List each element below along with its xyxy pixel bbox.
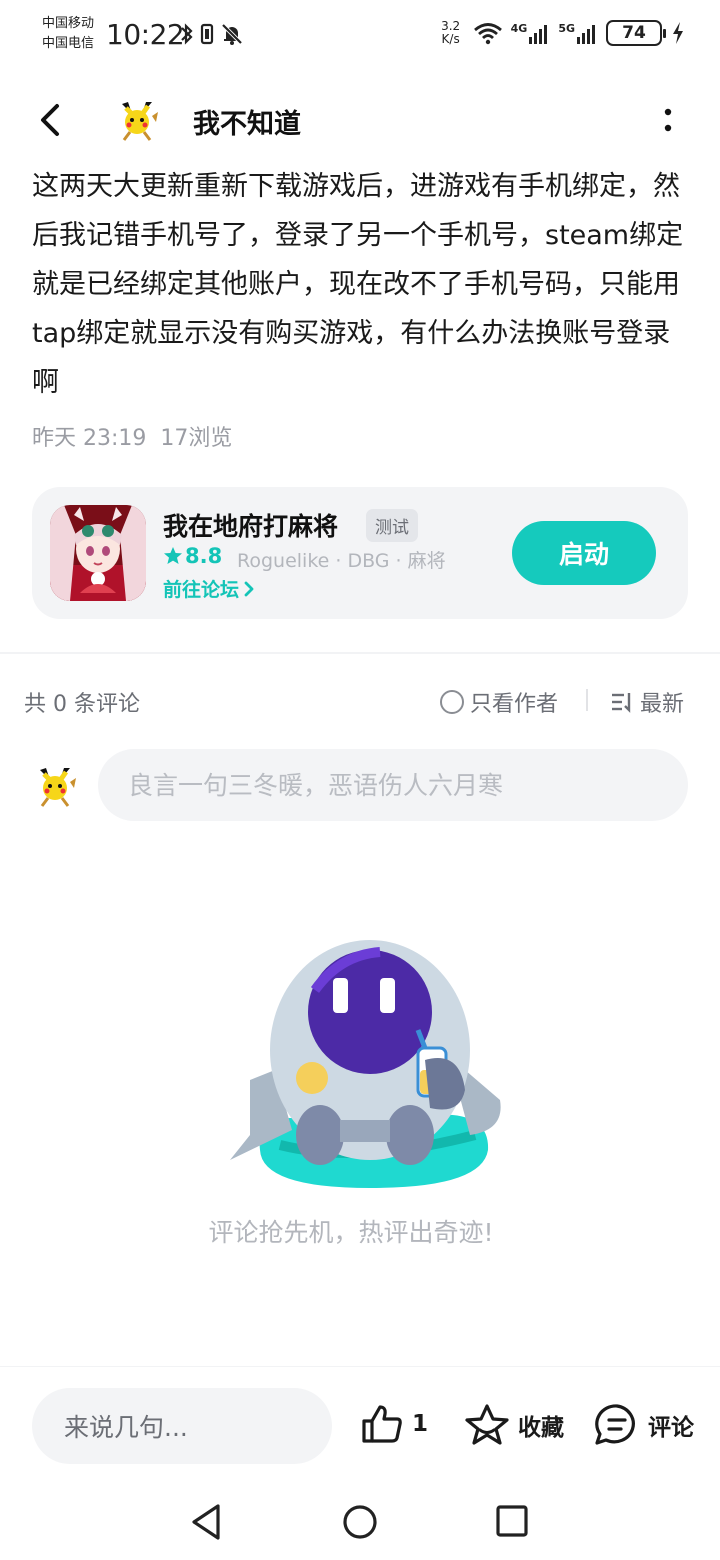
game-genres: Roguelike · DBG · 麻将 xyxy=(237,550,446,572)
filter-separator xyxy=(586,689,588,711)
carrier-2: 中国电信 xyxy=(42,36,95,51)
comment-button[interactable]: 评论 xyxy=(594,1403,694,1447)
bottom-action-bar: 来说几句... 1 收藏 评论 xyxy=(0,1366,720,1486)
wifi-icon xyxy=(473,23,502,45)
back-icon[interactable] xyxy=(30,98,74,142)
author-name[interactable]: 我不知道 xyxy=(193,102,301,141)
status-bar: 中国移动 中国电信 10:22 3.2 K/s 4G 5G 74 xyxy=(0,0,720,72)
favorite-label: 收藏 xyxy=(518,1415,564,1441)
sort-newest-button[interactable]: 最新 xyxy=(610,686,684,718)
nav-recent-apps-icon[interactable] xyxy=(495,1504,529,1538)
like-button[interactable]: 1 xyxy=(360,1403,428,1445)
game-card[interactable]: 我在地府打麻将 测试 8.8 Roguelike · DBG · 麻将 前往论坛… xyxy=(32,487,688,619)
charging-icon xyxy=(673,22,683,44)
status-icons-left xyxy=(180,22,244,46)
launch-button[interactable]: 启动 xyxy=(512,521,656,585)
post-content: 这两天大更新重新下载游戏后，进游戏有手机绑定，然后我记错手机号了，登录了另一个手… xyxy=(32,171,684,398)
go-to-forum-link[interactable]: 前往论坛 xyxy=(163,575,255,602)
thumb-up-icon xyxy=(362,1405,402,1443)
like-count: 1 xyxy=(412,1411,429,1437)
rating-star-icon xyxy=(164,547,182,564)
post-views: 17浏览 xyxy=(160,426,233,451)
status-icons-right: 3.2 K/s 4G 5G 74 xyxy=(437,20,684,46)
forum-link-label: 前往论坛 xyxy=(163,579,240,601)
sort-label: 最新 xyxy=(640,692,685,717)
game-test-tag: 测试 xyxy=(366,509,418,542)
comment-count: 共 0 条评论 xyxy=(24,692,140,717)
post-date: 昨天 23:19 xyxy=(32,426,147,451)
more-vertical-icon[interactable] xyxy=(656,102,680,138)
chat-bubble-icon xyxy=(595,1404,635,1445)
signal-bars-icon xyxy=(577,24,595,44)
rating-value: 8.8 xyxy=(185,544,223,568)
net-speed: 3.2 K/s xyxy=(437,20,465,46)
nav-back-icon[interactable] xyxy=(188,1502,224,1542)
signal-bars-icon xyxy=(529,24,548,44)
empty-comments-text: 评论抢先机，热评出奇迹! xyxy=(208,1218,494,1247)
signal-4g-label: 4G xyxy=(510,21,528,35)
author-only-filter[interactable]: 只看作者 xyxy=(440,686,558,718)
comment-label: 评论 xyxy=(648,1415,694,1441)
empty-comments-robot-illustration xyxy=(230,940,501,1188)
battery-level: 74 xyxy=(622,23,646,43)
nav-home-icon[interactable] xyxy=(341,1503,379,1541)
post-meta: 昨天 23:19 17浏览 xyxy=(32,420,232,452)
author-avatar[interactable] xyxy=(112,94,162,144)
bluetooth-icon xyxy=(181,23,193,45)
radio-circle-icon xyxy=(440,690,464,714)
battery-indicator: 74 xyxy=(606,20,666,46)
game-icon[interactable] xyxy=(50,505,146,601)
favorite-button[interactable]: 收藏 xyxy=(464,1403,564,1447)
game-title[interactable]: 我在地府打麻将 xyxy=(163,507,338,543)
comment-input[interactable] xyxy=(98,749,688,821)
signal-5g: 5G xyxy=(558,22,598,45)
game-rating: 8.8 xyxy=(163,544,222,568)
net-speed-unit: K/s xyxy=(441,32,460,46)
vibrate-icon xyxy=(200,23,214,45)
sort-icon xyxy=(612,693,631,713)
author-only-label: 只看作者 xyxy=(470,692,559,717)
quick-comment-input[interactable]: 来说几句... xyxy=(32,1388,332,1464)
status-time: 10:22 xyxy=(106,18,185,51)
signal-4g: 4G xyxy=(511,22,551,45)
signal-5g-label: 5G xyxy=(558,21,575,35)
section-divider xyxy=(0,652,720,654)
carrier-info: 中国移动 中国电信 xyxy=(42,14,94,54)
chevron-right-icon xyxy=(244,581,254,596)
carrier-1: 中国移动 xyxy=(42,16,95,31)
mute-bell-icon xyxy=(221,23,243,45)
system-navigation-bar xyxy=(0,1486,720,1560)
star-icon xyxy=(465,1404,509,1445)
my-avatar xyxy=(40,768,76,807)
post-header: 我不知道 xyxy=(0,84,720,154)
